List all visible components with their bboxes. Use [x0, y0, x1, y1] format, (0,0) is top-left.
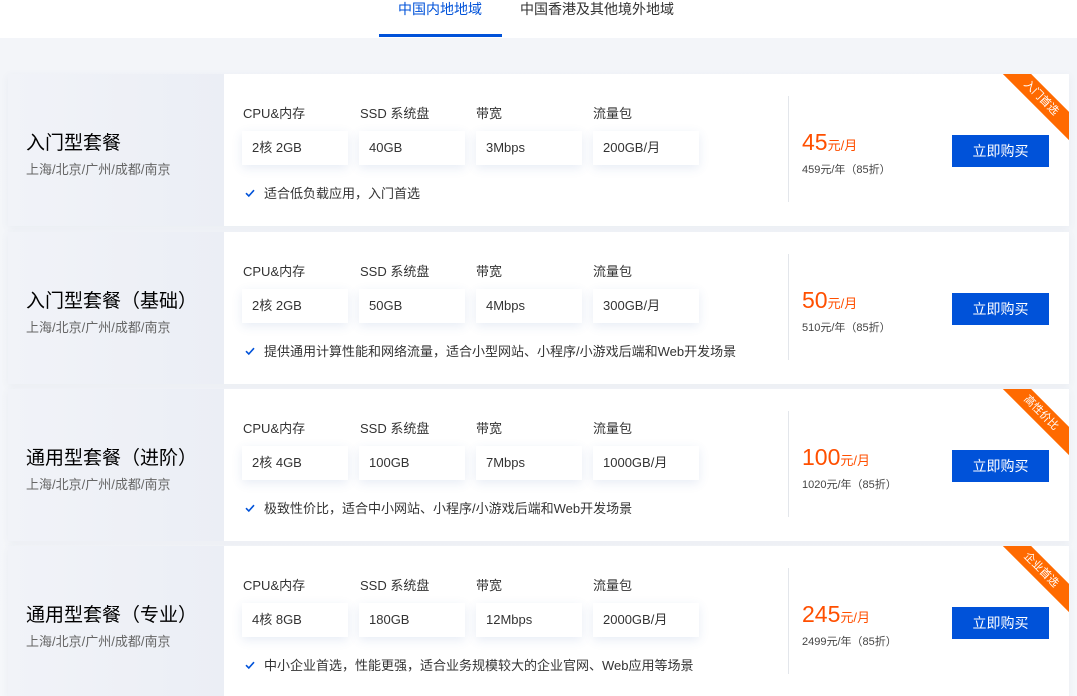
plan-description-text: 提供通用计算性能和网络流量，适合小型网站、小程序/小游戏后端和Web开发场景 — [264, 344, 737, 359]
spec-label-ssd: SSD 系统盘 — [360, 421, 430, 436]
plan-card: 入门型套餐 上海/北京/广州/成都/南京 CPU&内存 SSD 系统盘 带宽 流… — [8, 74, 1069, 226]
tab-hongkong-overseas[interactable]: 中国香港及其他境外地域 — [520, 0, 674, 38]
spec-value-traffic: 2000GB/月 — [593, 603, 699, 637]
yearly-price: 459元/年（85折） — [802, 164, 891, 176]
spec-value-traffic: 300GB/月 — [593, 289, 699, 323]
plan-description: 适合低负载应用，入门首选 — [244, 183, 420, 202]
price-amount: 45 — [802, 129, 828, 155]
plan-card: 入门型套餐（基础） 上海/北京/广州/成都/南京 CPU&内存 SSD 系统盘 … — [8, 232, 1069, 384]
spec-value-cpu: 2核 4GB — [242, 446, 348, 480]
spec-label-bandwidth: 带宽 — [476, 106, 503, 121]
spec-value-cpu: 4核 8GB — [242, 603, 348, 637]
divider — [788, 411, 789, 517]
buy-now-button[interactable]: 立即购买 — [952, 293, 1049, 325]
monthly-price: 45元/月 — [802, 129, 857, 156]
plan-description: 极致性价比，适合中小网站、小程序/小游戏后端和Web开发场景 — [244, 498, 632, 517]
plan-info-panel: 入门型套餐（基础） 上海/北京/广州/成都/南京 — [8, 232, 224, 384]
yearly-price: 2499元/年（85折） — [802, 636, 897, 648]
check-icon — [244, 187, 264, 199]
plan-region: 上海/北京/广州/成都/南京 — [26, 162, 171, 177]
spec-value-ssd: 40GB — [359, 131, 465, 165]
spec-value-traffic: 1000GB/月 — [593, 446, 699, 480]
plan-name: 通用型套餐（进阶） — [26, 448, 198, 469]
recommend-ribbon: 高性价比 — [995, 389, 1069, 459]
check-icon — [244, 659, 264, 671]
price-unit: 元/月 — [840, 610, 870, 625]
spec-label-traffic: 流量包 — [593, 106, 633, 121]
spec-value-bandwidth: 12Mbps — [476, 603, 582, 637]
spec-label-traffic: 流量包 — [593, 578, 633, 593]
spec-value-bandwidth: 7Mbps — [476, 446, 582, 480]
tab-mainland-china[interactable]: 中国内地地域 — [398, 0, 482, 38]
plan-info-panel: 入门型套餐 上海/北京/广州/成都/南京 — [8, 74, 224, 226]
spec-label-ssd: SSD 系统盘 — [360, 264, 430, 279]
price-amount: 100 — [802, 444, 841, 470]
plan-info-panel: 通用型套餐（进阶） 上海/北京/广州/成都/南京 — [8, 389, 224, 541]
spec-value-ssd: 100GB — [359, 446, 465, 480]
price-unit: 元/月 — [827, 138, 858, 153]
region-tabs: 中国内地地域 中国香港及其他境外地域 — [0, 0, 1077, 38]
spec-label-bandwidth: 带宽 — [476, 264, 503, 279]
plan-name: 入门型套餐 — [26, 133, 122, 154]
plan-region: 上海/北京/广州/成都/南京 — [26, 634, 171, 649]
plan-info-panel: 通用型套餐（专业） 上海/北京/广州/成都/南京 — [8, 546, 224, 696]
buy-now-button[interactable]: 立即购买 — [952, 135, 1049, 167]
recommend-ribbon: 企业首选 — [995, 546, 1069, 616]
price-unit: 元/月 — [827, 296, 858, 311]
plan-description-text: 适合低负载应用，入门首选 — [264, 186, 421, 201]
plan-card: 通用型套餐（专业） 上海/北京/广州/成都/南京 CPU&内存 SSD 系统盘 … — [8, 546, 1069, 696]
spec-value-cpu: 2核 2GB — [242, 289, 348, 323]
plan-description-text: 中小企业首选，性能更强，适合业务规模较大的企业官网、Web应用等场景 — [264, 658, 694, 673]
spec-value-bandwidth: 4Mbps — [476, 289, 582, 323]
monthly-price: 50元/月 — [802, 287, 857, 314]
price-unit: 元/月 — [840, 453, 870, 468]
buy-now-button[interactable]: 立即购买 — [952, 450, 1049, 482]
plan-name: 通用型套餐（专业） — [26, 605, 198, 626]
buy-now-button[interactable]: 立即购买 — [952, 607, 1049, 639]
spec-value-bandwidth: 3Mbps — [476, 131, 582, 165]
divider — [788, 96, 789, 202]
spec-label-cpu: CPU&内存 — [243, 421, 306, 436]
check-icon — [244, 502, 264, 514]
plan-description-text: 极致性价比，适合中小网站、小程序/小游戏后端和Web开发场景 — [264, 501, 633, 516]
yearly-price: 510元/年（85折） — [802, 322, 891, 334]
plan-description: 中小企业首选，性能更强，适合业务规模较大的企业官网、Web应用等场景 — [244, 655, 694, 674]
yearly-price: 1020元/年（85折） — [802, 479, 897, 491]
spec-value-traffic: 200GB/月 — [593, 131, 699, 165]
monthly-price: 100元/月 — [802, 444, 870, 471]
plan-card: 通用型套餐（进阶） 上海/北京/广州/成都/南京 CPU&内存 SSD 系统盘 … — [8, 389, 1069, 541]
spec-label-cpu: CPU&内存 — [243, 264, 306, 279]
spec-label-traffic: 流量包 — [593, 421, 633, 436]
spec-label-bandwidth: 带宽 — [476, 421, 503, 436]
plan-name: 入门型套餐（基础） — [26, 291, 198, 312]
plan-region: 上海/北京/广州/成都/南京 — [26, 320, 171, 335]
check-icon — [244, 345, 264, 357]
spec-value-ssd: 50GB — [359, 289, 465, 323]
spec-value-ssd: 180GB — [359, 603, 465, 637]
price-amount: 245 — [802, 601, 841, 627]
plan-description: 提供通用计算性能和网络流量，适合小型网站、小程序/小游戏后端和Web开发场景 — [244, 341, 736, 360]
spec-label-ssd: SSD 系统盘 — [360, 578, 430, 593]
divider — [788, 568, 789, 674]
plan-region: 上海/北京/广州/成都/南京 — [26, 477, 171, 492]
spec-label-ssd: SSD 系统盘 — [360, 106, 430, 121]
spec-label-cpu: CPU&内存 — [243, 578, 306, 593]
spec-label-bandwidth: 带宽 — [476, 578, 503, 593]
price-amount: 50 — [802, 287, 828, 313]
divider — [788, 254, 789, 360]
spec-value-cpu: 2核 2GB — [242, 131, 348, 165]
spec-label-cpu: CPU&内存 — [243, 106, 306, 121]
active-tab-indicator — [379, 34, 502, 37]
monthly-price: 245元/月 — [802, 601, 870, 628]
recommend-ribbon: 入门首选 — [995, 74, 1069, 144]
spec-label-traffic: 流量包 — [593, 264, 633, 279]
